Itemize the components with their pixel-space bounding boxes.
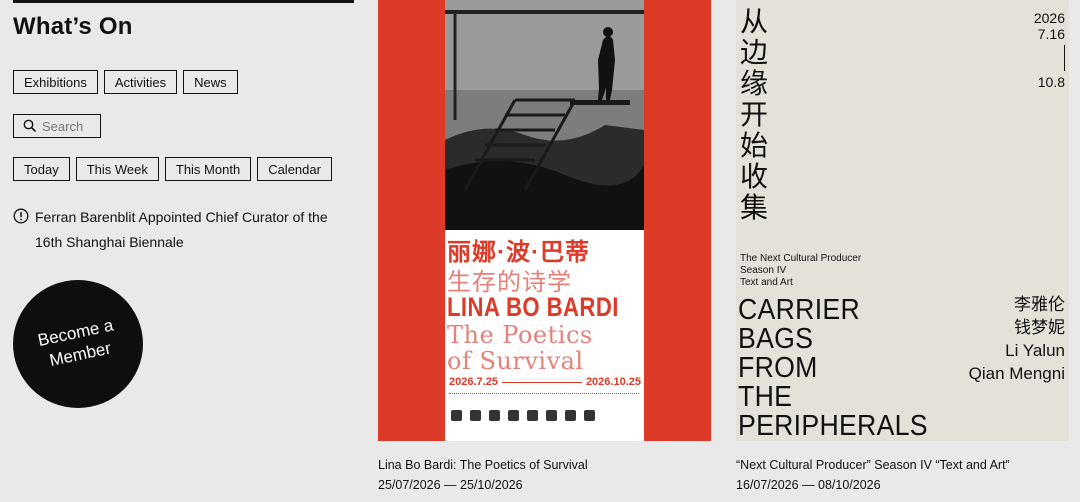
event-card[interactable]: 从边缘开始收集 2026 7.16 10.8 The Next Cultural…: [736, 0, 1069, 495]
poster-title-cn-vertical: 从边缘开始收集: [740, 6, 769, 223]
event-title[interactable]: “Next Cultural Producer” Season IV “Text…: [736, 455, 1069, 475]
filter-news-button[interactable]: News: [183, 70, 238, 94]
period-filters: Today This Week This Month Calendar: [13, 157, 332, 181]
news-notice-text[interactable]: Ferran Barenblit Appointed Chief Curator…: [35, 205, 358, 255]
sponsor-logo: [489, 410, 500, 421]
poster-name-en: Qian Mengni: [968, 364, 1065, 383]
search-icon: [22, 118, 38, 134]
filter-this-week-button[interactable]: This Week: [75, 157, 159, 181]
page-title: What’s On: [13, 13, 133, 40]
category-filters: Exhibitions Activities News: [13, 70, 238, 94]
sponsor-logo: [508, 410, 519, 421]
become-member-label: Become a Member: [25, 312, 132, 376]
sponsor-logo: [565, 410, 576, 421]
poster-title-en: LINA BO BARDI: [447, 292, 619, 322]
filter-exhibitions-button[interactable]: Exhibitions: [13, 70, 98, 94]
search-input[interactable]: [42, 118, 102, 134]
poster-end-date: 2026.10.25: [585, 376, 641, 388]
poster-name-cn: 李雅伦: [1014, 295, 1065, 314]
poster-name-cn: 钱梦妮: [1014, 318, 1065, 337]
poster-subtitle-en: The Poetics of Survival: [447, 321, 593, 375]
sponsor-logo: [546, 410, 557, 421]
sidebar: What’s On Exhibitions Activities News To…: [0, 0, 365, 502]
poster-end-date: 10.8: [1037, 74, 1065, 90]
poster-title-en: CARRIER BAGS FROM THE PERIPHERALS: [738, 294, 928, 441]
event-card[interactable]: 丽娜·波·巴蒂 生存的诗学 LINA BO BARDI The Poetics …: [378, 0, 711, 495]
info-icon: [13, 208, 29, 224]
sponsor-logo: [527, 410, 538, 421]
event-title[interactable]: Lina Bo Bardi: The Poetics of Survival: [378, 455, 711, 475]
filter-today-button[interactable]: Today: [13, 157, 70, 181]
search-box[interactable]: [13, 114, 102, 138]
poster-name-en: Li Yalun: [1005, 341, 1065, 360]
poster-dates: 2026.7.25 2026.10.25: [449, 376, 641, 388]
poster-panel: 丽娜·波·巴蒂 生存的诗学 LINA BO BARDI The Poetics …: [445, 0, 644, 441]
event-dates: 16/07/2026 — 08/10/2026: [736, 478, 881, 492]
poster-year: 2026: [1033, 10, 1065, 26]
date-divider: [1064, 45, 1065, 71]
poster-subtitle-line: Season IV: [740, 265, 787, 276]
poster-subtitle: The Next Cultural Producer Season IV Tex…: [740, 253, 861, 289]
poster-start-date: 2026.7.25: [449, 376, 498, 388]
filter-this-month-button[interactable]: This Month: [164, 157, 252, 181]
poster-subtitle-line: Text and Art: [740, 277, 793, 288]
become-member-button[interactable]: Become a Member: [13, 280, 143, 408]
poster-subtitle-line: The Next Cultural Producer: [740, 253, 862, 264]
poster-names: 李雅伦 钱梦妮 Li Yalun Qian Mengni: [969, 293, 1065, 385]
event-poster[interactable]: 从边缘开始收集 2026 7.16 10.8 The Next Cultural…: [736, 0, 1069, 441]
poster-dates: 2026 7.16 10.8: [1034, 10, 1065, 90]
date-divider: [501, 381, 582, 383]
poster-fine-print: [449, 393, 639, 395]
sponsor-logo: [470, 410, 481, 421]
sponsor-logo: [584, 410, 595, 421]
filter-calendar-button[interactable]: Calendar: [257, 157, 332, 181]
top-rule: [13, 0, 354, 3]
poster-photo: [445, 0, 644, 230]
filter-activities-button[interactable]: Activities: [103, 70, 178, 94]
event-poster[interactable]: 丽娜·波·巴蒂 生存的诗学 LINA BO BARDI The Poetics …: [378, 0, 711, 441]
poster-start-date: 7.16: [1037, 26, 1065, 42]
event-dates: 25/07/2026 — 25/10/2026: [378, 478, 523, 492]
news-notice[interactable]: Ferran Barenblit Appointed Chief Curator…: [13, 205, 358, 255]
sponsor-logo: [451, 410, 462, 421]
sponsor-logos: [451, 410, 595, 421]
